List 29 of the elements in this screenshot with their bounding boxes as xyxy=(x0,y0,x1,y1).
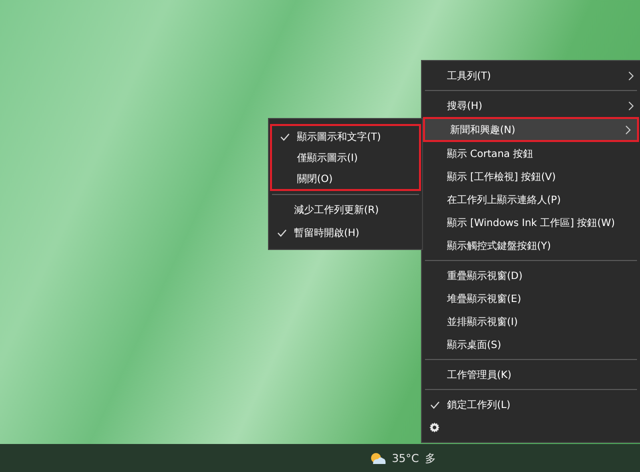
menu-item[interactable]: 顯示觸控式鍵盤按鈕(Y) xyxy=(422,234,640,257)
menu-item[interactable]: 顯示圖示和文字(T) xyxy=(272,126,419,147)
chevron-right-icon xyxy=(628,70,634,80)
menu-item[interactable]: 顯示 Cortana 按鈕 xyxy=(422,142,640,165)
chevron-right-icon xyxy=(628,100,634,110)
checkmark-icon xyxy=(430,400,440,408)
menu-item[interactable]: 關閉(O) xyxy=(272,168,419,189)
menu-item[interactable]: 暫留時開啟(H) xyxy=(269,221,422,244)
menu-item[interactable]: 僅顯示圖示(I) xyxy=(272,147,419,168)
menu-item[interactable]: 顯示 [Windows Ink 工作區] 按鈕(W) xyxy=(422,211,640,234)
menu-item[interactable]: 減少工作列更新(R) xyxy=(269,198,422,221)
weather-condition-text[interactable]: 多 xyxy=(425,450,436,466)
menu-item[interactable]: 搜尋(H) xyxy=(422,94,640,117)
menu-item[interactable]: 在工作列上顯示連絡人(P) xyxy=(422,188,640,211)
menu-item[interactable]: 堆疊顯示視窗(E) xyxy=(422,287,640,310)
menu-item[interactable]: 工具列(T) xyxy=(422,64,640,87)
checkmark-icon xyxy=(280,132,290,140)
menu-item[interactable]: 新聞和興趣(N) xyxy=(425,119,637,140)
menu-item[interactable]: 鎖定工作列(L) xyxy=(422,393,640,416)
settings-icon xyxy=(429,422,440,433)
temperature-text[interactable]: 35°C xyxy=(392,452,419,464)
chevron-right-icon xyxy=(625,124,631,134)
checkmark-icon xyxy=(276,228,286,236)
menu-item[interactable]: 顯示桌面(S) xyxy=(422,333,640,356)
sun-cloud-icon[interactable] xyxy=(370,451,386,465)
menu-item[interactable]: 工作管理員(K) xyxy=(422,363,640,386)
menu-item[interactable]: 並排顯示視窗(I) xyxy=(422,310,640,333)
menu-item[interactable]: 顯示 [工作檢視] 按鈕(V) xyxy=(422,165,640,188)
menu-item[interactable]: 重疊顯示視窗(D) xyxy=(422,264,640,287)
